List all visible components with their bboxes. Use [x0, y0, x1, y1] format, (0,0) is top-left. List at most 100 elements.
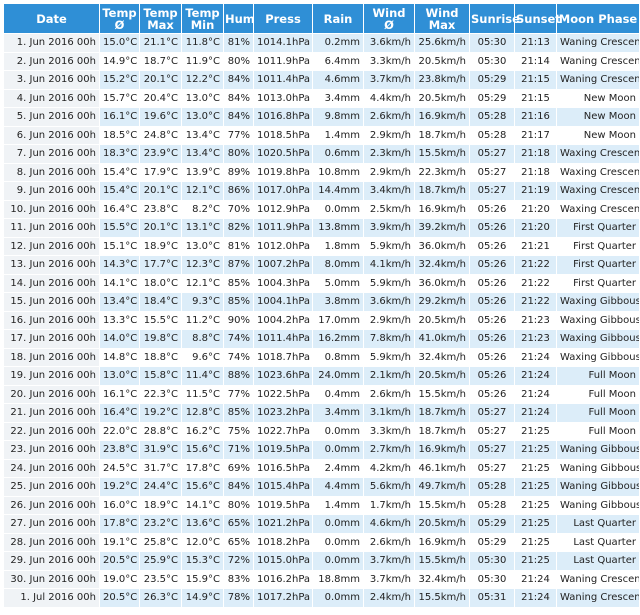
header-sunset: Sunset — [515, 4, 561, 33]
cell-temp-avg: 16.1°C — [100, 385, 139, 403]
cell-sunrise: 05:26 — [470, 256, 514, 274]
cell-wind-max: 18.7km/h — [415, 182, 469, 200]
cell-moon-phase: Full Moon — [557, 367, 639, 385]
cell-sunset: 21:15 — [515, 71, 556, 89]
cell-rain: 8.0mm — [313, 256, 363, 274]
cell-humidity: 69% — [224, 459, 253, 477]
cell-date: 16. Jun 2016 00h — [4, 311, 99, 329]
cell-sunset: 21:21 — [515, 237, 556, 255]
cell-wind-max: 15.5km/h — [415, 589, 469, 607]
cell-sunset: 21:17 — [515, 126, 556, 144]
cell-moon-phase: Last Quarter — [557, 552, 639, 570]
cell-humidity: 72% — [224, 552, 253, 570]
header-temp-min: Temp Min — [182, 4, 223, 33]
cell-pressure: 1022.7hPa — [254, 422, 312, 440]
table-row: 5. Jun 2016 00h 16.1°C 19.6°C 13.0°C 84% 1016… — [4, 108, 639, 126]
cell-sunrise: 05:26 — [470, 293, 514, 311]
cell-moon-phase: First Quarter — [557, 219, 639, 237]
cell-humidity: 65% — [224, 533, 253, 551]
cell-moon-phase: Full Moon — [557, 385, 639, 403]
cell-rain: 17.0mm — [313, 311, 363, 329]
table-row: 21. Jun 2016 00h 16.4°C 19.2°C 12.8°C 85% 102… — [4, 404, 639, 422]
cell-moon-phase: Waning Gibbous — [557, 459, 639, 477]
cell-sunrise: 05:27 — [470, 441, 514, 459]
cell-temp-avg: 22.0°C — [100, 422, 139, 440]
cell-temp-max: 18.7°C — [140, 52, 181, 70]
cell-sunrise: 05:28 — [470, 108, 514, 126]
cell-wind-max: 20.5km/h — [415, 89, 469, 107]
cell-sunrise: 05:30 — [470, 552, 514, 570]
cell-sunrise: 05:29 — [470, 533, 514, 551]
cell-pressure: 1016.5hPa — [254, 459, 312, 477]
cell-temp-avg: 16.0°C — [100, 496, 139, 514]
cell-moon-phase: Waxing Crescent — [557, 145, 639, 163]
cell-wind-max: 46.1km/h — [415, 459, 469, 477]
cell-temp-max: 18.0°C — [140, 274, 181, 292]
cell-sunrise: 05:29 — [470, 515, 514, 533]
cell-rain: 0.4mm — [313, 385, 363, 403]
cell-moon-phase: Last Quarter — [557, 515, 639, 533]
cell-temp-avg: 19.2°C — [100, 478, 139, 496]
cell-humidity: 80% — [224, 52, 253, 70]
cell-humidity: 85% — [224, 293, 253, 311]
cell-rain: 2.4mm — [313, 459, 363, 477]
cell-temp-max: 23.5°C — [140, 570, 181, 588]
cell-moon-phase: Waning Crescent — [557, 570, 639, 588]
header-date: Date — [4, 4, 99, 33]
cell-temp-avg: 13.0°C — [100, 367, 139, 385]
cell-pressure: 1011.4hPa — [254, 71, 312, 89]
cell-wind-avg: 5.9km/h — [364, 348, 414, 366]
cell-moon-phase: Waxing Crescent — [557, 182, 639, 200]
table-header: Date Temp Ø Temp Max Temp Min Hum Press Rai… — [4, 4, 639, 33]
cell-moon-phase: Waning Gibbous — [557, 496, 639, 514]
cell-temp-avg: 13.4°C — [100, 293, 139, 311]
cell-date: 28. Jun 2016 00h — [4, 533, 99, 551]
cell-pressure: 1019.8hPa — [254, 163, 312, 181]
header-row: Date Temp Ø Temp Max Temp Min Hum Press Rai… — [4, 4, 639, 33]
table-row: 22. Jun 2016 00h 22.0°C 28.8°C 16.2°C 75% 102… — [4, 422, 639, 440]
cell-sunset: 21:16 — [515, 108, 556, 126]
cell-temp-max: 17.7°C — [140, 256, 181, 274]
cell-wind-avg: 3.6km/h — [364, 293, 414, 311]
cell-wind-max: 32.4km/h — [415, 570, 469, 588]
table-row: 3. Jun 2016 00h 15.2°C 20.1°C 12.2°C 84% 1011… — [4, 71, 639, 89]
cell-pressure: 1017.0hPa — [254, 182, 312, 200]
cell-wind-max: 41.0km/h — [415, 330, 469, 348]
cell-humidity: 84% — [224, 478, 253, 496]
cell-rain: 14.4mm — [313, 182, 363, 200]
cell-date: 20. Jun 2016 00h — [4, 385, 99, 403]
cell-date: 19. Jun 2016 00h — [4, 367, 99, 385]
cell-sunset: 21:25 — [515, 515, 556, 533]
cell-rain: 1.8mm — [313, 237, 363, 255]
cell-wind-max: 18.7km/h — [415, 404, 469, 422]
cell-sunrise: 05:27 — [470, 182, 514, 200]
cell-temp-max: 19.2°C — [140, 404, 181, 422]
cell-pressure: 1015.0hPa — [254, 552, 312, 570]
cell-rain: 0.0mm — [313, 533, 363, 551]
cell-temp-avg: 17.8°C — [100, 515, 139, 533]
cell-sunset: 21:24 — [515, 348, 556, 366]
header-moon-phase: Moon Phase — [557, 4, 639, 33]
cell-sunset: 21:23 — [515, 330, 556, 348]
cell-wind-avg: 2.9km/h — [364, 163, 414, 181]
cell-pressure: 1013.0hPa — [254, 89, 312, 107]
cell-rain: 5.0mm — [313, 274, 363, 292]
cell-wind-max: 36.0km/h — [415, 274, 469, 292]
cell-temp-min: 16.2°C — [182, 422, 223, 440]
cell-sunset: 21:19 — [515, 182, 556, 200]
cell-rain: 0.0mm — [313, 200, 363, 218]
cell-sunset: 21:18 — [515, 145, 556, 163]
cell-humidity: 90% — [224, 311, 253, 329]
cell-temp-min: 14.9°C — [182, 589, 223, 607]
table-row: 9. Jun 2016 00h 15.4°C 20.1°C 12.1°C 86% 1017… — [4, 182, 639, 200]
cell-sunset: 21:15 — [515, 89, 556, 107]
cell-rain: 9.8mm — [313, 108, 363, 126]
cell-temp-avg: 16.4°C — [100, 404, 139, 422]
cell-sunset: 21:25 — [515, 533, 556, 551]
cell-temp-max: 22.3°C — [140, 385, 181, 403]
cell-temp-avg: 14.1°C — [100, 274, 139, 292]
cell-temp-min: 13.1°C — [182, 219, 223, 237]
cell-temp-min: 17.8°C — [182, 459, 223, 477]
cell-pressure: 1017.2hPa — [254, 589, 312, 607]
cell-rain: 1.4mm — [313, 126, 363, 144]
